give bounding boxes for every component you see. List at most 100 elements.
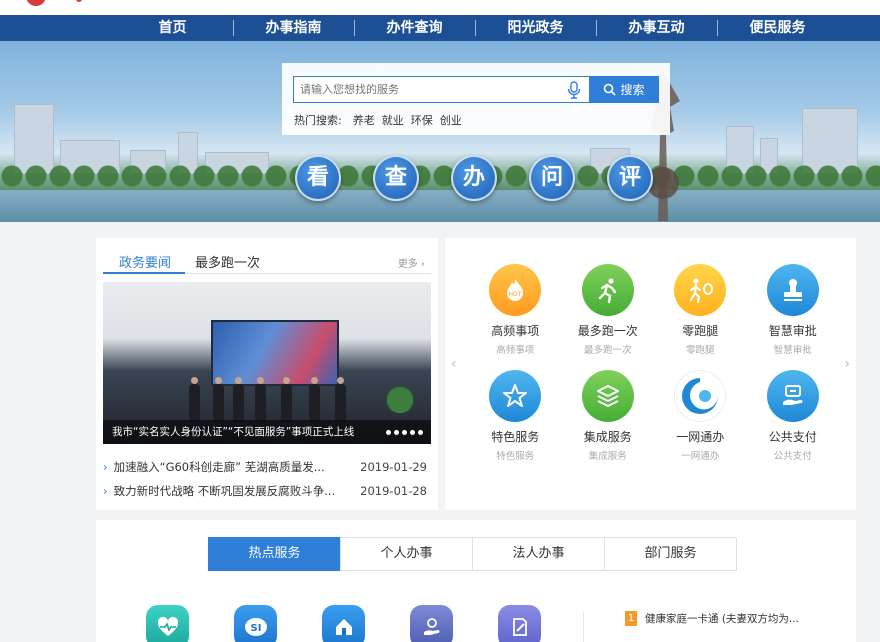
hand-coin-icon[interactable]: [410, 605, 453, 642]
more-link-label: 更多: [397, 259, 418, 270]
quick-handle-button[interactable]: 办: [451, 155, 497, 201]
service-integrated[interactable]: 集成服务 集成服务: [562, 370, 655, 462]
active-tab-indicator: [103, 272, 185, 274]
service-subtitle: 最多跑一次: [583, 345, 632, 356]
microphone-icon[interactable]: [565, 81, 583, 99]
house-icon[interactable]: [322, 605, 365, 642]
news-title[interactable]: 加速融入“G60科创走廊” 芜湖高质量发...: [103, 459, 325, 475]
tab-run-once[interactable]: 最多跑一次: [195, 252, 260, 271]
service-category-tabs: 热点服务 个人办事 法人办事 部门服务: [208, 537, 737, 571]
hot-term[interactable]: 创业: [440, 112, 462, 128]
list-item[interactable]: 加速融入“G60科创走廊” 芜湖高质量发... 2019-01-29: [103, 455, 431, 479]
nav-home[interactable]: 首页: [112, 15, 233, 41]
logo-dot: [76, 0, 82, 2]
layers-icon: [581, 370, 634, 422]
carousel-dot[interactable]: [418, 430, 423, 435]
quick-look-button[interactable]: 看: [295, 155, 341, 201]
news-list: 加速融入“G60科创走廊” 芜湖高质量发... 2019-01-29 致力新时代…: [103, 455, 431, 503]
hot-service-icons: SI: [146, 605, 541, 642]
nav-interaction[interactable]: 办事互动: [596, 15, 717, 41]
photo-caption: 我市“实名实人身份认证”“不见面服务”事项正式上线: [103, 420, 431, 444]
social-security-icon[interactable]: SI: [234, 605, 277, 642]
svg-text:HOT: HOT: [509, 291, 522, 298]
service-subtitle: 特色服务: [496, 451, 535, 462]
person-figure: [255, 377, 266, 422]
hot-term[interactable]: 环保: [411, 112, 433, 128]
service-subtitle: 一网通办: [681, 451, 720, 462]
chevron-left-icon[interactable]: ‹: [451, 356, 457, 372]
service-name: 智慧审批: [768, 324, 817, 338]
search-input[interactable]: [293, 76, 589, 103]
news-title[interactable]: 致力新时代战略 不断巩固发展反腐败斗争...: [103, 483, 336, 499]
hot-services-panel: 热点服务 个人办事 法人办事 部门服务 SI 1 健康家庭一卡通 (夫妻双方均为…: [96, 520, 856, 642]
more-link[interactable]: 更多 ›: [398, 255, 425, 270]
stamp-icon: [766, 264, 819, 316]
service-subtitle: 零跑腿: [685, 345, 715, 356]
tab-department-services[interactable]: 部门服务: [604, 537, 737, 571]
tab-government-news[interactable]: 政务要闻: [119, 252, 171, 271]
led-screen: [211, 320, 339, 386]
service-name: 高频事项: [491, 324, 540, 338]
tab-personal-affairs[interactable]: 个人办事: [340, 537, 473, 571]
service-one-network[interactable]: 一网通办 一网通办: [654, 370, 747, 462]
service-name: 零跑腿: [682, 324, 719, 338]
service-smart-approval[interactable]: 智慧审批 智慧审批: [747, 264, 840, 356]
quick-ask-button[interactable]: 问: [529, 155, 575, 201]
running-person-icon: [581, 264, 634, 316]
carousel-dot[interactable]: [402, 430, 407, 435]
person-figure: [233, 377, 244, 422]
search-icon: [604, 83, 617, 96]
news-panel: 政务要闻 最多跑一次 更多 › 我市“实名实人身份认证”“不见面服务”事项正式上…: [96, 238, 438, 510]
carousel-dots: [386, 430, 423, 435]
heart-monitor-icon[interactable]: [146, 605, 189, 642]
service-high-frequency[interactable]: HOT 高频事项 高频事项: [469, 264, 562, 356]
service-grid: HOT 高频事项 高频事项 最多跑一次 最多跑一次 零跑腿 零跑腿 智慧审批 智…: [469, 264, 839, 462]
site-logo[interactable]: [26, 0, 46, 6]
service-featured[interactable]: 特色服务 特色服务: [469, 370, 562, 462]
person-figure: [335, 377, 346, 422]
search-button[interactable]: 搜索: [589, 76, 659, 103]
chevron-right-icon: ›: [421, 259, 425, 270]
person-figure: [309, 377, 320, 422]
service-subtitle: 公共支付: [773, 451, 812, 462]
svg-text:SI: SI: [250, 623, 261, 634]
hot-search: 热门搜索: 养老 就业 环保 创业: [294, 112, 462, 128]
news-photo[interactable]: 我市“实名实人身份认证”“不见面服务”事项正式上线: [103, 282, 431, 444]
hot-flame-icon: HOT: [489, 264, 542, 316]
carousel-dot[interactable]: [394, 430, 399, 435]
carousel-dot[interactable]: [386, 430, 391, 435]
service-subtitle: 高频事项: [496, 345, 535, 356]
tab-hot-services[interactable]: 热点服务: [208, 537, 341, 571]
top-strip: [0, 0, 880, 15]
hot-ranking-item[interactable]: 1 健康家庭一卡通 (夫妻双方均为...: [625, 611, 799, 626]
hot-term[interactable]: 就业: [382, 112, 404, 128]
nav-guide[interactable]: 办事指南: [233, 15, 354, 41]
nav-convenience[interactable]: 便民服务: [717, 15, 838, 41]
hot-term[interactable]: 养老: [353, 112, 375, 128]
service-grid-panel: ‹ › HOT 高频事项 高频事项 最多跑一次 最多跑一次 零跑腿 零跑腿 智慧…: [445, 238, 856, 510]
star-icon: [489, 370, 542, 422]
news-date: 2019-01-29: [360, 460, 427, 474]
carousel-dot[interactable]: [410, 430, 415, 435]
list-item[interactable]: 致力新时代战略 不断巩固发展反腐败斗争... 2019-01-28: [103, 479, 431, 503]
service-name: 最多跑一次: [577, 324, 638, 338]
news-date: 2019-01-28: [360, 484, 427, 498]
document-edit-icon[interactable]: [498, 605, 541, 642]
hero-banner: 搜索 热门搜索: 养老 就业 环保 创业 看 查 办 问 评: [0, 41, 880, 222]
rank-badge: 1: [625, 611, 637, 626]
service-public-payment[interactable]: 公共支付 公共支付: [747, 370, 840, 462]
plant: [387, 380, 413, 420]
service-name: 一网通办: [676, 430, 725, 444]
person-figure: [189, 377, 200, 422]
service-run-once[interactable]: 最多跑一次 最多跑一次: [562, 264, 655, 356]
chevron-right-icon[interactable]: ›: [844, 356, 850, 372]
service-zero-errand[interactable]: 零跑腿 零跑腿: [654, 264, 747, 356]
walking-zero-icon: [674, 264, 727, 316]
quick-check-button[interactable]: 查: [373, 155, 419, 201]
hot-search-label: 热门搜索:: [294, 114, 342, 127]
tab-corporate-affairs[interactable]: 法人办事: [472, 537, 605, 571]
quick-rate-button[interactable]: 评: [607, 155, 653, 201]
nav-query[interactable]: 办件查询: [354, 15, 475, 41]
nav-open-government[interactable]: 阳光政务: [475, 15, 596, 41]
hot-ranking-text[interactable]: 健康家庭一卡通 (夫妻双方均为...: [645, 611, 799, 626]
